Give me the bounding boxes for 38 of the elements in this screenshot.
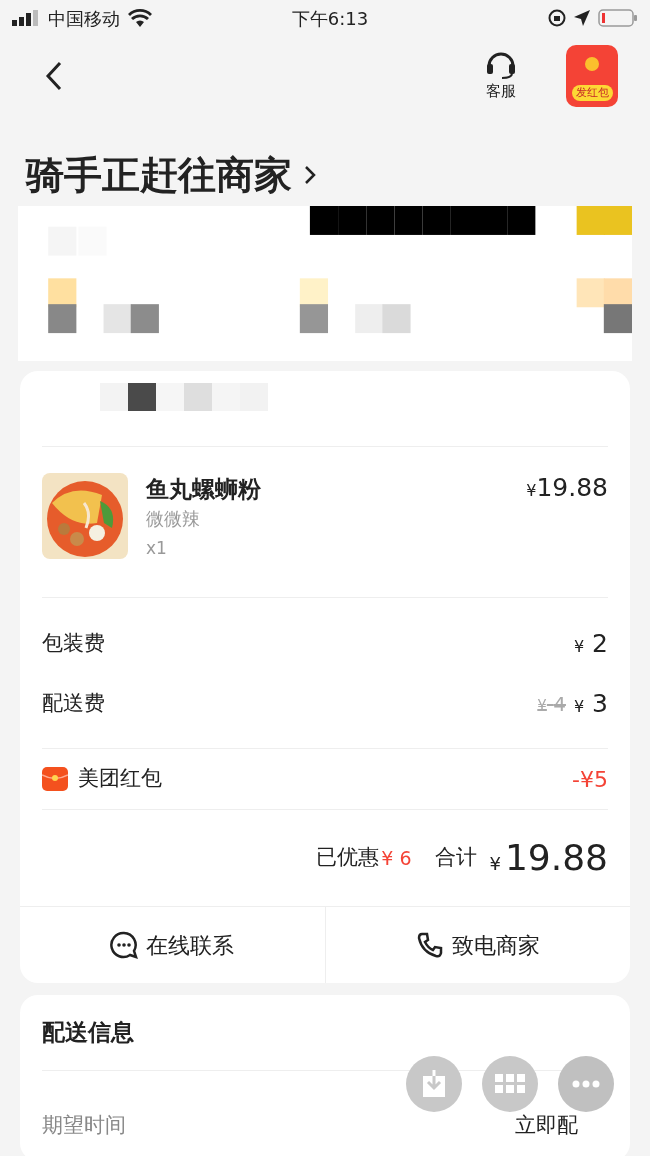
- chat-icon: [110, 931, 139, 959]
- discount-label: 美团红包: [78, 765, 162, 793]
- total-label: 合计: [435, 844, 478, 872]
- rotation-lock-icon: [548, 9, 566, 27]
- send-gift-envelope-button[interactable]: 发红包: [566, 45, 618, 107]
- customer-service-button[interactable]: 客服: [484, 49, 518, 103]
- online-chat-button[interactable]: 在线联系: [20, 907, 325, 983]
- envelope-icon: [42, 767, 68, 791]
- fee-amount: ¥ 3: [573, 688, 608, 721]
- location-icon: [574, 10, 590, 26]
- download-icon: [422, 1070, 446, 1098]
- wifi-icon: [128, 9, 152, 27]
- expected-time-label: 期望时间: [42, 1112, 126, 1140]
- item-quantity: x1: [146, 537, 168, 560]
- order-status-title: 骑手正赶往商家: [26, 151, 292, 199]
- fee-label: 包装费: [42, 630, 105, 658]
- saved-amount: ¥ 6: [381, 845, 412, 871]
- back-icon: [44, 60, 64, 92]
- call-merchant-button[interactable]: 致电商家: [324, 907, 630, 983]
- grid-icon: [495, 1074, 525, 1094]
- battery-icon: [598, 9, 638, 27]
- original-fee: ¥ 4: [537, 691, 566, 718]
- total-amount: ¥19.88: [489, 836, 608, 880]
- chevron-right-icon: [304, 165, 316, 185]
- carrier-text: 中国移动: [48, 6, 120, 31]
- item-spec: 微微辣: [146, 507, 201, 531]
- item-price: ¥19.88: [526, 473, 608, 504]
- discount-amount: -¥5: [572, 765, 608, 794]
- saved-label: 已优惠: [316, 844, 380, 872]
- more-icon: [572, 1080, 600, 1088]
- item-name: 鱼丸螺蛳粉: [146, 475, 262, 504]
- clock-text: 下午6:13: [291, 6, 369, 31]
- fee-amount: ¥ 2: [573, 628, 608, 661]
- signal-icon: [12, 10, 40, 26]
- expected-time-value: 立即配: [515, 1112, 578, 1140]
- phone-icon: [415, 931, 444, 959]
- fee-label: 配送费: [42, 690, 105, 718]
- delivery-info-title: 配送信息: [42, 1018, 134, 1048]
